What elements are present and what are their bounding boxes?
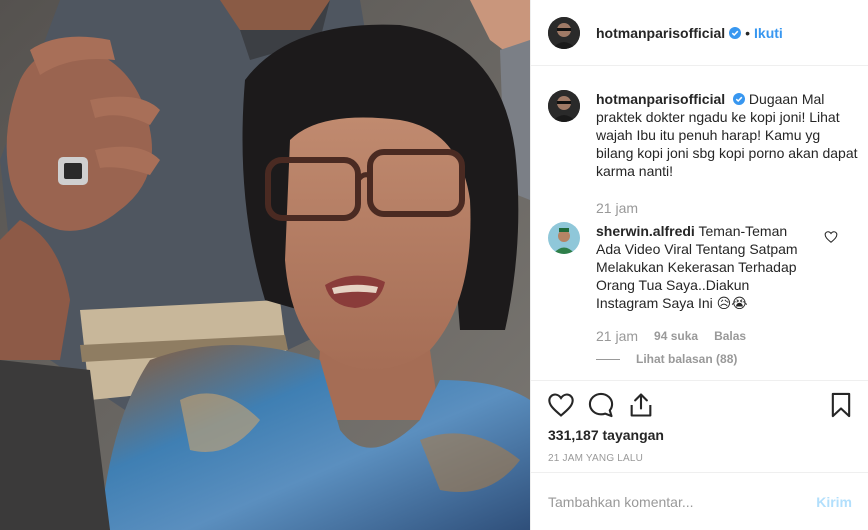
commenter-avatar[interactable] (548, 222, 580, 254)
commenter-username[interactable]: sherwin.alfredi (596, 223, 695, 239)
comment-reply-button[interactable]: Balas (714, 329, 746, 343)
send-comment-button[interactable]: Kirim (816, 494, 852, 510)
follow-button[interactable]: Ikuti (754, 25, 783, 41)
caption-avatar-image (548, 90, 580, 122)
view-count[interactable]: 331,187 tayangan (548, 427, 664, 443)
author-avatar[interactable] (548, 16, 580, 49)
like-heart-icon[interactable] (547, 391, 575, 419)
view-replies-button[interactable]: Lihat balasan (88) (596, 352, 737, 366)
comments-section[interactable]: hotmanparisofficial Dugaan Mal praktek d… (531, 66, 868, 380)
comment-meta: 21 jam 94 suka Balas (596, 328, 746, 344)
comment-timestamp[interactable]: 21 jam (596, 328, 638, 344)
separator-dot: • (745, 24, 751, 41)
post-video[interactable] (0, 0, 530, 530)
post-caption: hotmanparisofficial Dugaan Mal praktek d… (548, 90, 858, 216)
comment-like-heart-icon[interactable] (824, 230, 838, 244)
caption-timestamp[interactable]: 21 jam (596, 200, 638, 216)
author-username[interactable]: hotmanparisofficial (596, 25, 725, 41)
caption-username[interactable]: hotmanparisofficial (596, 91, 725, 107)
add-comment-input[interactable] (548, 493, 817, 510)
caption-author-avatar[interactable] (548, 90, 580, 122)
share-upload-icon[interactable] (627, 391, 655, 419)
author-avatar-image (548, 16, 580, 49)
add-comment-bar: Kirim (531, 472, 868, 530)
caption-body: hotmanparisofficial Dugaan Mal praktek d… (596, 90, 858, 180)
post-time-ago[interactable]: 21 JAM YANG LALU (548, 453, 643, 464)
post-side-panel: hotmanparisofficial • Ikuti hotmanpariso… (530, 0, 868, 530)
view-replies-line (596, 358, 620, 360)
commenter-avatar-image (548, 222, 580, 254)
comment-bubble-icon[interactable] (587, 391, 615, 419)
video-frame-illustration (0, 0, 530, 530)
instagram-post-modal: hotmanparisofficial • Ikuti hotmanpariso… (0, 0, 868, 530)
save-bookmark-icon[interactable] (827, 391, 855, 419)
view-replies-label: Lihat balasan (88) (636, 352, 738, 366)
verified-badge-icon (729, 26, 742, 39)
comment-body: sherwin.alfredi Teman-Teman Ada Video Vi… (596, 222, 802, 312)
comment-likes[interactable]: 94 suka (654, 329, 698, 343)
comment-item: sherwin.alfredi Teman-Teman Ada Video Vi… (548, 222, 858, 366)
caption-verified-badge-icon (733, 93, 746, 105)
post-header: hotmanparisofficial • Ikuti (531, 0, 868, 66)
